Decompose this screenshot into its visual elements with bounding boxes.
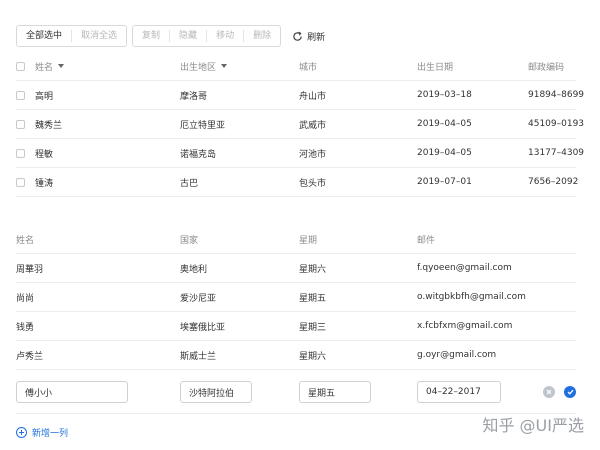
column-header-city: 城市 (299, 62, 318, 73)
plus-circle-icon (16, 427, 27, 438)
confirm-edit-button[interactable] (564, 386, 576, 398)
refresh-icon (293, 31, 302, 41)
table-row[interactable]: 钱勇 埃塞俄比亚 星期三 x.fcbfxm@gmail.com (16, 312, 576, 341)
close-icon (546, 389, 552, 395)
sort-down-icon[interactable] (221, 64, 228, 68)
cell-city: 武威市 (299, 120, 327, 131)
select-all-button[interactable]: 全部选中 (17, 30, 73, 42)
data-table-1: 姓名 出生地区 城市 出生日期 邮政编码 高明 摩洛哥 舟山市 2019–03–… (16, 52, 584, 197)
cell-email: o.witgbkbfh@gmail.com (417, 292, 526, 302)
cell-birthplace: 诺福克岛 (180, 149, 217, 160)
cell-email: x.fcbfxm@gmail.com (417, 321, 513, 331)
cell-name: 周華羽 (16, 264, 44, 275)
cell-country: 爱沙尼亚 (180, 293, 217, 304)
column-header-name: 姓名 (16, 235, 35, 246)
cell-country: 埃塞俄比亚 (180, 322, 226, 333)
column-header-birthdate: 出生日期 (417, 62, 454, 73)
cell-email: f.qyoeen@gmail.com (417, 263, 512, 273)
column-header-weekday: 星期 (299, 235, 318, 246)
cell-postcode: 7656–2092 (528, 177, 579, 187)
cell-city: 包头市 (299, 178, 327, 189)
cell-birthdate: 2019–04–05 (417, 148, 472, 158)
add-column-label: 新增一列 (32, 429, 69, 439)
row-checkbox[interactable] (16, 90, 25, 100)
sort-down-icon[interactable] (58, 64, 65, 68)
cell-birthdate: 2019–03–18 (417, 90, 472, 100)
table-row[interactable]: 高明 摩洛哥 舟山市 2019–03–18 91894–8699 (16, 81, 584, 110)
selection-button-group: 全部选中 取消全选 (16, 25, 128, 47)
refresh-button[interactable]: 刷新 (292, 30, 325, 43)
cell-country: 斯威士兰 (180, 351, 217, 362)
cell-name: 程敏 (35, 149, 54, 160)
delete-button[interactable]: 删除 (244, 30, 280, 42)
cell-country: 奥地利 (180, 264, 208, 275)
cell-weekday: 星期六 (299, 264, 327, 275)
cell-birthdate: 2019–07–01 (417, 177, 472, 187)
cell-postcode: 13177–4309 (528, 148, 585, 158)
table-row[interactable]: 锺涛 古巴 包头市 2019–07–01 7656–2092 (16, 168, 579, 197)
cell-name: 锺涛 (35, 178, 54, 189)
move-button[interactable]: 移动 (207, 30, 245, 42)
date-input[interactable]: 04–22–2017 (417, 381, 501, 403)
country-input[interactable]: 沙特阿拉伯 (180, 381, 252, 403)
row-checkbox[interactable] (16, 119, 25, 129)
cell-name: 高明 (35, 91, 54, 102)
table-row[interactable]: 周華羽 奥地利 星期六 f.qyoeen@gmail.com (16, 254, 576, 283)
cancel-edit-button[interactable] (543, 386, 555, 398)
cell-weekday: 星期六 (299, 351, 327, 362)
toolbar: 全部选中 取消全选 复制 隐藏 移动 删除 刷新 (16, 25, 325, 47)
row-checkbox[interactable] (16, 177, 25, 187)
table-row[interactable]: 程敏 诺福克岛 河池市 2019–04–05 13177–4309 (16, 139, 584, 168)
cell-name: 魏秀兰 (35, 120, 63, 131)
cell-birthplace: 摩洛哥 (180, 91, 208, 102)
watermark: 知乎 @UI严选 (482, 416, 584, 435)
cell-email: g.oyr@gmail.com (417, 350, 497, 360)
cell-birthplace: 厄立特里亚 (180, 120, 226, 131)
cell-birthdate: 2019–04–05 (417, 119, 472, 129)
cell-birthplace: 古巴 (180, 178, 199, 189)
cell-weekday: 星期三 (299, 322, 327, 333)
cell-city: 舟山市 (299, 91, 327, 102)
table-row[interactable]: 魏秀兰 厄立特里亚 武威市 2019–04–05 45109–0193 (16, 110, 584, 139)
table-header-row: 姓名 出生地区 城市 出生日期 邮政编码 (16, 52, 576, 81)
edit-row: 傅小小 沙特阿拉伯 星期五 04–22–2017 (16, 370, 576, 414)
cell-postcode: 91894–8699 (528, 90, 585, 100)
add-column-button[interactable]: 新增一列 (16, 426, 68, 439)
table-header-row: 姓名 国家 星期 邮件 (16, 225, 576, 254)
name-input[interactable]: 傅小小 (16, 381, 128, 403)
column-header-birthplace[interactable]: 出生地区 (180, 52, 228, 80)
cell-city: 河池市 (299, 149, 327, 160)
weekday-input[interactable]: 星期五 (299, 381, 371, 403)
hide-button[interactable]: 隐藏 (170, 30, 208, 42)
cell-postcode: 45109–0193 (528, 119, 585, 129)
cell-weekday: 星期五 (299, 293, 327, 304)
check-icon (567, 389, 573, 395)
copy-button[interactable]: 复制 (133, 30, 171, 42)
row-checkbox[interactable] (16, 148, 25, 158)
deselect-all-button[interactable]: 取消全选 (72, 30, 126, 42)
column-header-postcode: 邮政编码 (528, 62, 565, 73)
column-header-email: 邮件 (417, 235, 436, 246)
select-all-checkbox[interactable] (16, 61, 25, 71)
column-header-country: 国家 (180, 235, 199, 246)
table-row[interactable]: 卢秀兰 斯威士兰 星期六 g.oyr@gmail.com (16, 341, 576, 370)
cell-name: 卢秀兰 (16, 351, 44, 362)
refresh-label: 刷新 (307, 32, 326, 43)
column-header-name[interactable]: 姓名 (35, 52, 65, 80)
cell-name: 尚尚 (16, 293, 35, 304)
table-row[interactable]: 尚尚 爱沙尼亚 星期五 o.witgbkbfh@gmail.com (16, 283, 576, 312)
cell-name: 钱勇 (16, 322, 35, 333)
data-table-2: 姓名 国家 星期 邮件 周華羽 奥地利 星期六 f.qyoeen@gmail.c… (16, 225, 576, 414)
action-button-group: 复制 隐藏 移动 删除 (132, 25, 282, 47)
